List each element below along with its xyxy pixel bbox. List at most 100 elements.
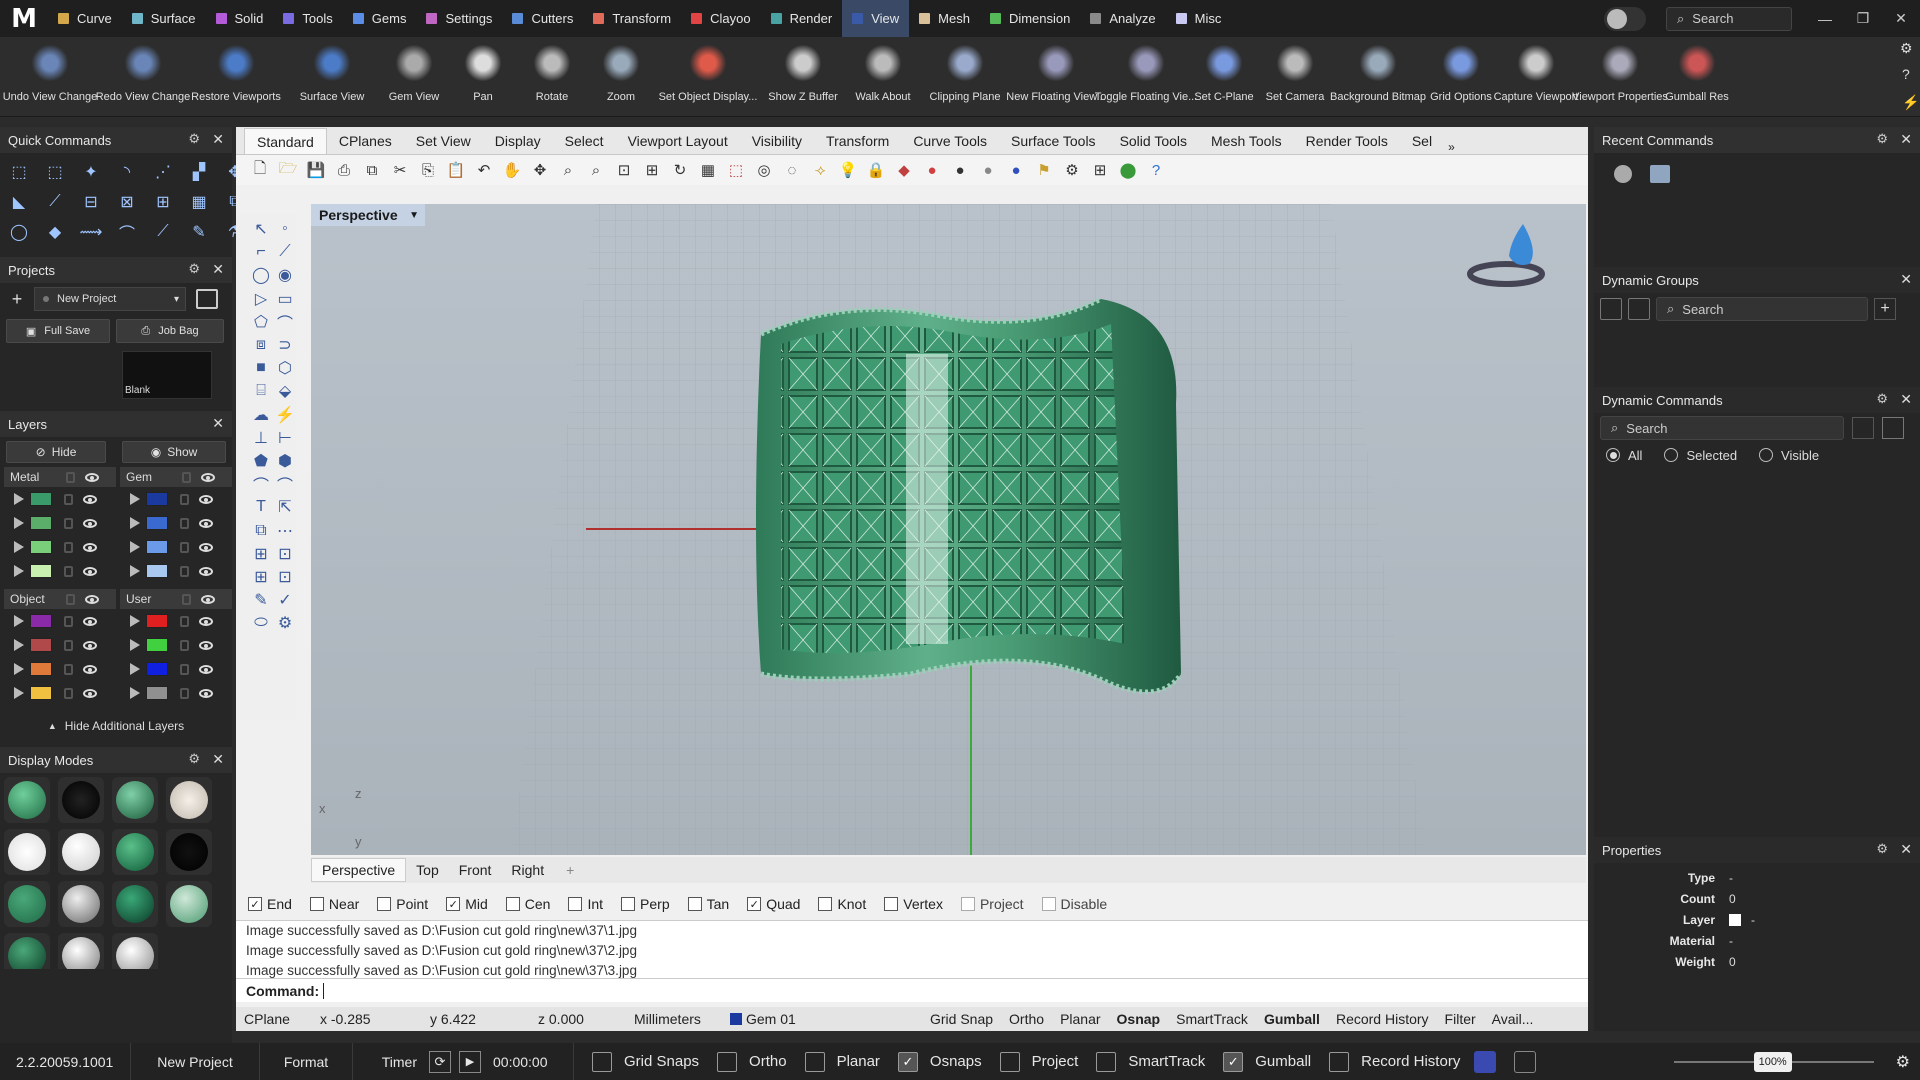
plugin-icon[interactable] (1474, 1050, 1497, 1073)
vertical-tool-13-icon[interactable]: ■ (250, 357, 272, 379)
display-mode-1[interactable] (4, 777, 50, 823)
osnap-quad[interactable]: ✓ Quad (735, 896, 800, 912)
expand-icon[interactable] (14, 493, 24, 505)
minimize-icon[interactable]: — (1806, 0, 1844, 37)
filter-visible[interactable]: Visible (1759, 448, 1819, 463)
background-bitmap-button[interactable]: Background Bitmap (1330, 37, 1426, 117)
eye-icon[interactable] (199, 664, 213, 674)
display-mode-7[interactable] (112, 829, 158, 875)
expand-icon[interactable] (130, 639, 140, 651)
bottom-toggle-planar[interactable]: Planar (787, 1051, 880, 1072)
vertical-tool-4-icon[interactable]: ⟋ (274, 241, 296, 263)
bottom-toggle-grid-snaps[interactable]: Grid Snaps (574, 1051, 699, 1072)
lock-icon[interactable] (64, 517, 73, 529)
toolbar-tab-cplanes[interactable]: CPlanes (327, 128, 404, 154)
dynamic-groups-close-icon[interactable]: ✕ (1900, 271, 1912, 288)
eye-icon[interactable] (199, 616, 213, 626)
lock-icon[interactable] (180, 517, 189, 529)
vertical-tool-11-icon[interactable]: ⧈ (250, 334, 272, 356)
osnap-knot[interactable]: Knot (806, 896, 866, 912)
vertical-tool-36-icon[interactable]: ⚙ (274, 612, 296, 634)
layer-row[interactable] (4, 535, 116, 559)
vertical-tool-28-icon[interactable]: ⋯ (274, 520, 296, 542)
quick-commands-close-icon[interactable]: ✕ (212, 131, 224, 148)
standard-tool-27-icon[interactable]: ● (976, 158, 1000, 182)
display-mode-11[interactable] (112, 881, 158, 927)
menubar-search[interactable]: ⌕ Search (1666, 6, 1792, 31)
folder-icon[interactable] (196, 289, 218, 309)
restore-icon[interactable]: ❐ (1844, 0, 1882, 37)
layer-color-swatch[interactable] (30, 492, 52, 506)
quick-command-8-icon[interactable]: ◣ (6, 189, 32, 215)
menu-transform[interactable]: Transform (583, 0, 681, 37)
bottom-toggle-smarttrack[interactable]: SmartTrack (1078, 1051, 1205, 1072)
project-select[interactable]: New Project ▾ (34, 287, 186, 311)
user-avatar[interactable] (1604, 6, 1646, 31)
lock-icon[interactable] (64, 615, 73, 627)
osnap-cen[interactable]: Cen (494, 896, 550, 912)
expand-icon[interactable] (130, 615, 140, 627)
display-mode-3[interactable] (112, 777, 158, 823)
osnap-mid[interactable]: ✓ Mid (434, 896, 488, 912)
osnap-vertex[interactable]: Vertex (872, 896, 943, 912)
add-project-icon[interactable]: + (6, 288, 28, 310)
checkbox-icon[interactable]: ✓ (446, 897, 461, 911)
status-cplane[interactable]: CPlane (236, 1011, 312, 1027)
menu-render[interactable]: Render (761, 0, 843, 37)
standard-tool-24-icon[interactable]: ◆ (892, 158, 916, 182)
viewport-tab-top[interactable]: Top (406, 858, 449, 882)
lock-icon[interactable] (64, 687, 73, 699)
lock-icon[interactable] (180, 615, 189, 627)
projects-settings-icon[interactable]: ⚙ (188, 261, 200, 277)
vertical-tool-1-icon[interactable]: ↖ (250, 218, 272, 240)
vertical-tool-27-icon[interactable]: ⧉ (250, 520, 272, 542)
layer-color-swatch[interactable] (30, 662, 52, 676)
dynamic-commands-search[interactable]: ⌕ Search (1600, 416, 1844, 440)
rotate-button[interactable]: Rotate (516, 37, 588, 117)
vertical-tool-10-icon[interactable]: ⌒ (274, 311, 296, 333)
standard-tool-28-icon[interactable]: ● (1004, 158, 1028, 182)
eye-icon[interactable] (201, 594, 215, 604)
render-sphere-icon[interactable] (1614, 165, 1632, 183)
bottom-toggle-project[interactable]: Project (982, 1051, 1078, 1072)
layer-color-swatch[interactable] (30, 564, 52, 578)
layer-color-swatch[interactable] (30, 686, 52, 700)
viewport-tab-front[interactable]: Front (449, 858, 502, 882)
checkbox-icon[interactable] (717, 1051, 738, 1072)
lock-icon[interactable] (180, 663, 189, 675)
cplane-button[interactable]: Set C-Plane (1188, 37, 1260, 117)
radio-icon[interactable] (1664, 448, 1679, 462)
lock-icon[interactable] (66, 593, 75, 605)
menu-dimension[interactable]: Dimension (980, 0, 1080, 37)
quick-command-9-icon[interactable]: ⟋ (42, 189, 68, 215)
lock-icon[interactable] (180, 687, 189, 699)
standard-tool-10-icon[interactable]: ✋ (500, 158, 524, 182)
standard-tool-17-icon[interactable]: ▦ (696, 158, 720, 182)
sort-icon[interactable] (1628, 298, 1650, 320)
checkbox-icon[interactable] (960, 897, 975, 911)
vertical-tool-22-icon[interactable]: ⬢ (274, 450, 296, 472)
layer-row[interactable] (4, 681, 116, 705)
layer-row[interactable] (120, 559, 232, 583)
standard-tool-19-icon[interactable]: ◎ (752, 158, 776, 182)
object-display-button[interactable]: Set Object Display... (654, 37, 762, 117)
checkbox-icon[interactable]: ✓ (747, 897, 762, 911)
viewport-title[interactable]: Perspective ▼ (311, 204, 425, 226)
restore-viewports-button[interactable]: Restore Viewports (186, 37, 286, 117)
status-toggle-ortho[interactable]: Ortho (1001, 1011, 1052, 1027)
capture-icon[interactable] (1650, 165, 1670, 183)
clipping-plane-button[interactable]: Clipping Plane (922, 37, 1008, 117)
standard-tool-11-icon[interactable]: ✥ (528, 158, 552, 182)
eye-icon[interactable] (199, 518, 213, 528)
bottom-toggle-record-history[interactable]: Record History (1311, 1051, 1460, 1072)
calculator-icon[interactable] (1600, 298, 1622, 320)
status-toggle-planar[interactable]: Planar (1052, 1011, 1108, 1027)
layer-color-swatch[interactable] (146, 516, 168, 530)
vertical-tool-12-icon[interactable]: ⊃ (274, 334, 296, 356)
vertical-tool-6-icon[interactable]: ◉ (274, 264, 296, 286)
menu-cutters[interactable]: Cutters (502, 0, 583, 37)
command-line[interactable]: Command: (236, 978, 1588, 1002)
standard-tool-9-icon[interactable]: ↶ (472, 158, 496, 182)
layer-color-swatch[interactable] (146, 564, 168, 578)
camera-button[interactable]: Set Camera (1260, 37, 1330, 117)
